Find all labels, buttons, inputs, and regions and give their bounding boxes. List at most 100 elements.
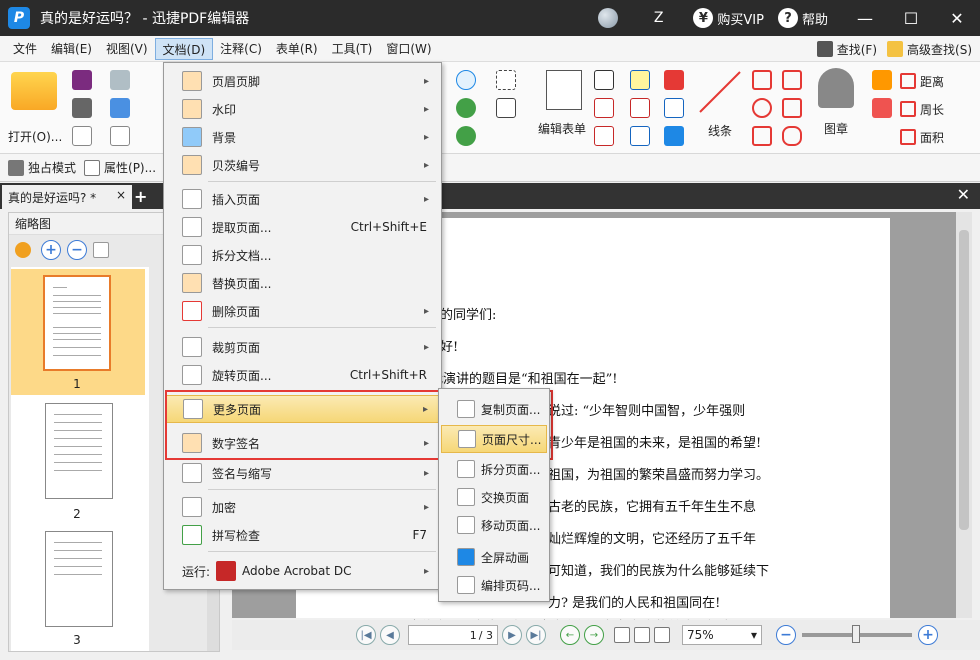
menu-item-delete-page[interactable]: 删除页面 ▸ bbox=[166, 297, 439, 325]
submenu-item-duplicate-page[interactable]: 复制页面... bbox=[441, 395, 547, 423]
print-icon[interactable] bbox=[72, 98, 92, 118]
minimize-button[interactable]: — bbox=[842, 0, 888, 36]
submenu-item-page-numbering[interactable]: 编排页码... bbox=[441, 571, 547, 599]
eraser-icon[interactable] bbox=[872, 98, 892, 118]
forward-button[interactable]: → bbox=[584, 625, 604, 645]
add-text-icon[interactable] bbox=[496, 98, 516, 118]
menu-item-watermark[interactable]: 水印 ▸ bbox=[166, 95, 439, 123]
menu-document[interactable]: 文档(D) bbox=[154, 37, 214, 60]
thumbnail-page-3[interactable] bbox=[45, 531, 113, 627]
note-icon[interactable] bbox=[664, 70, 684, 90]
ellipse-icon[interactable] bbox=[752, 98, 772, 118]
document-tab[interactable]: 真的是好运吗? * × bbox=[2, 185, 132, 209]
select-area-icon[interactable] bbox=[496, 70, 516, 90]
continuous-page-icon[interactable] bbox=[634, 627, 650, 643]
exclusive-mode-button[interactable]: 独占模式 bbox=[8, 159, 76, 176]
zoom-in-icon[interactable] bbox=[456, 70, 476, 90]
save-icon[interactable] bbox=[72, 70, 92, 90]
typewriter-icon[interactable] bbox=[630, 70, 650, 90]
back-button[interactable]: ← bbox=[560, 625, 580, 645]
polygon-icon[interactable] bbox=[782, 70, 802, 90]
rectangle-icon[interactable] bbox=[752, 126, 772, 146]
menu-window[interactable]: 窗口(W) bbox=[379, 38, 438, 60]
properties-button[interactable]: 属性(P)... bbox=[84, 159, 156, 176]
menu-item-spell-check[interactable]: 拼写检查 F7 bbox=[166, 521, 439, 549]
help-button[interactable]: ? 帮助 bbox=[777, 8, 828, 28]
menu-file[interactable]: 文件 bbox=[6, 38, 44, 60]
submenu-item-split-page[interactable]: 拆分页面... bbox=[441, 455, 547, 483]
menu-item-replace-page[interactable]: 替换页面... bbox=[166, 269, 439, 297]
zoom-select[interactable]: 75% ▾ bbox=[682, 625, 762, 645]
pencil-icon[interactable] bbox=[872, 70, 892, 90]
open-button[interactable]: 打开(O)... bbox=[6, 72, 62, 144]
callout-icon[interactable] bbox=[594, 126, 614, 146]
new-tab-button[interactable]: + bbox=[134, 187, 147, 206]
edit-form-button[interactable]: 编辑表单 bbox=[536, 70, 592, 146]
menu-item-extract-page[interactable]: 提取页面... Ctrl+Shift+E bbox=[166, 213, 439, 241]
pentagon-icon[interactable] bbox=[782, 98, 802, 118]
zoom-in-button[interactable]: + bbox=[918, 625, 938, 645]
new-page-icon[interactable] bbox=[110, 126, 130, 146]
last-page-button[interactable]: ▶| bbox=[526, 625, 546, 645]
menu-comment[interactable]: 注释(C) bbox=[213, 38, 269, 60]
menu-item-run[interactable]: 运行: Adobe Acrobat DC ▸ bbox=[166, 557, 439, 585]
find-button[interactable]: 查找(F) bbox=[816, 38, 877, 60]
zoom-in-thumb-button[interactable]: + bbox=[41, 240, 61, 260]
menu-item-sign-initials[interactable]: 签名与缩写 ▸ bbox=[166, 459, 439, 487]
stamp-button[interactable]: 图章 bbox=[812, 68, 860, 148]
advanced-find-button[interactable]: 高级查找(S) bbox=[887, 38, 972, 60]
facing-page-icon[interactable] bbox=[654, 627, 670, 643]
scan-icon[interactable] bbox=[110, 98, 130, 118]
submenu-item-page-size[interactable]: 页面尺寸... bbox=[441, 425, 547, 453]
menu-item-header-footer[interactable]: 页眉页脚 ▸ bbox=[166, 67, 439, 95]
menu-tools[interactable]: 工具(T) bbox=[325, 38, 380, 60]
maximize-button[interactable]: ☐ bbox=[888, 0, 934, 36]
menu-item-crop-page[interactable]: 裁剪页面 ▸ bbox=[166, 333, 439, 361]
zoom-slider[interactable] bbox=[802, 625, 912, 643]
text-box-icon[interactable] bbox=[594, 98, 614, 118]
text-field-icon[interactable] bbox=[594, 70, 614, 90]
menu-edit[interactable]: 编辑(E) bbox=[44, 38, 99, 60]
attach-icon[interactable] bbox=[664, 98, 684, 118]
menu-item-split-document[interactable]: 拆分文档... bbox=[166, 241, 439, 269]
next-page-button[interactable]: ▶ bbox=[502, 625, 522, 645]
thumbnail-page-2[interactable] bbox=[45, 403, 113, 499]
zoom-out-thumb-button[interactable]: − bbox=[67, 240, 87, 260]
line-button[interactable]: 线条 bbox=[696, 68, 746, 148]
submenu-item-fullscreen-animation[interactable]: 全屏动画 bbox=[441, 543, 547, 571]
submenu-item-move-page[interactable]: 移动页面... bbox=[441, 511, 547, 539]
gear-icon[interactable] bbox=[15, 242, 31, 258]
menu-item-bates-numbering[interactable]: 贝茨编号 ▸ bbox=[166, 151, 439, 179]
menu-item-insert-page[interactable]: 插入页面 ▸ bbox=[166, 185, 439, 213]
previous-page-button[interactable]: ◀ bbox=[380, 625, 400, 645]
arrow-icon[interactable] bbox=[752, 70, 772, 90]
menu-item-background[interactable]: 背景 ▸ bbox=[166, 123, 439, 151]
new-doc-icon[interactable] bbox=[72, 126, 92, 146]
cloud-icon[interactable] bbox=[782, 126, 802, 146]
first-page-button[interactable]: |◀ bbox=[356, 625, 376, 645]
area-button[interactable]: 面积 bbox=[900, 126, 976, 148]
rotate-left-icon[interactable] bbox=[456, 98, 476, 118]
menu-item-encrypt[interactable]: 加密 ▸ bbox=[166, 493, 439, 521]
sound-icon[interactable] bbox=[664, 126, 684, 146]
submenu-item-swap-page[interactable]: 交换页面 bbox=[441, 483, 547, 511]
strikeout-icon[interactable] bbox=[630, 98, 650, 118]
vip-button[interactable]: ¥ 购买VIP bbox=[693, 8, 764, 28]
underline-icon[interactable] bbox=[630, 126, 650, 146]
menu-item-rotate-page[interactable]: 旋转页面... Ctrl+Shift+R bbox=[166, 361, 439, 389]
distance-button[interactable]: 距离 bbox=[900, 70, 976, 92]
menu-form[interactable]: 表单(R) bbox=[269, 38, 325, 60]
user-label[interactable]: Z bbox=[654, 10, 664, 26]
zoom-out-button[interactable]: − bbox=[776, 625, 796, 645]
perimeter-button[interactable]: 周长 bbox=[900, 98, 976, 120]
document-scrollbar[interactable] bbox=[956, 212, 972, 618]
skin-icon[interactable] bbox=[597, 8, 618, 28]
rotate-thumb-icon[interactable] bbox=[93, 242, 109, 258]
email-icon[interactable] bbox=[110, 70, 130, 90]
close-all-tabs-button[interactable]: ✕ bbox=[957, 185, 970, 204]
page-number-input[interactable]: 1/ 3 bbox=[408, 625, 498, 645]
close-button[interactable]: ✕ bbox=[934, 0, 980, 36]
single-page-icon[interactable] bbox=[614, 627, 630, 643]
tab-close-icon[interactable]: × bbox=[116, 188, 126, 202]
menu-view[interactable]: 视图(V) bbox=[99, 38, 155, 60]
